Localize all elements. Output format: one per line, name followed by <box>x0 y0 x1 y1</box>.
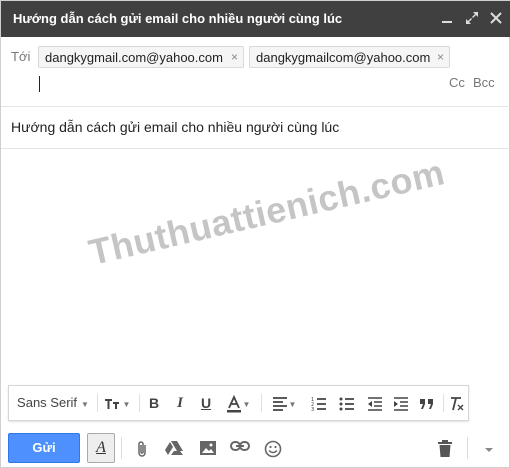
bcc-link[interactable]: Bcc <box>473 75 495 90</box>
italic-button[interactable]: I <box>169 386 191 420</box>
recipients-row[interactable]: Tới dangkygmail.com@yahoo.com × dangkygm… <box>1 37 510 107</box>
font-family-select[interactable]: Sans Serif ▼ <box>13 386 93 420</box>
text-caret <box>39 76 40 92</box>
formatting-options-toggle[interactable]: A <box>87 433 115 463</box>
remove-recipient-icon[interactable]: × <box>437 50 444 64</box>
bold-button[interactable]: B <box>143 386 165 420</box>
text-color-icon[interactable]: ▼ <box>221 386 255 420</box>
attach-icon[interactable] <box>128 433 156 463</box>
minimize-icon[interactable] <box>439 10 455 26</box>
align-icon[interactable]: ▼ <box>267 386 301 420</box>
subject-field[interactable]: Hướng dẫn cách gửi email cho nhiều người… <box>1 107 510 149</box>
window-title: Hướng dẫn cách gửi email cho nhiều người… <box>13 11 343 26</box>
formatting-toolbar: Sans Serif ▼ ▼ B I U ▼ ▼ 123 <box>8 385 469 421</box>
more-options-icon[interactable] <box>475 433 503 463</box>
link-icon[interactable] <box>226 433 254 463</box>
send-button[interactable]: Gửi <box>8 433 80 463</box>
quote-icon[interactable] <box>415 386 439 420</box>
recipient-chip[interactable]: dangkygmail.com@yahoo.com × <box>38 46 244 68</box>
emoji-icon[interactable] <box>259 433 287 463</box>
indent-more-icon[interactable] <box>389 386 413 420</box>
to-label: Tới <box>11 49 31 64</box>
recipient-email: dangkygmailcom@yahoo.com <box>256 50 431 65</box>
cc-link[interactable]: Cc <box>449 75 465 90</box>
drive-icon[interactable] <box>160 433 188 463</box>
popout-icon[interactable] <box>464 10 480 26</box>
bottom-bar: Gửi A <box>1 425 510 468</box>
numbered-list-icon[interactable]: 123 <box>307 386 331 420</box>
photo-icon[interactable] <box>194 433 222 463</box>
close-icon[interactable] <box>488 10 504 26</box>
compose-window: Hướng dẫn cách gửi email cho nhiều người… <box>0 0 510 468</box>
trash-icon[interactable] <box>431 433 459 463</box>
underline-button[interactable]: U <box>195 386 217 420</box>
recipient-email: dangkygmail.com@yahoo.com <box>45 50 223 65</box>
text-size-icon[interactable]: ▼ <box>101 386 133 420</box>
recipient-chip[interactable]: dangkygmailcom@yahoo.com × <box>249 46 450 68</box>
subject-value: Hướng dẫn cách gửi email cho nhiều người… <box>11 119 340 135</box>
title-bar[interactable]: Hướng dẫn cách gửi email cho nhiều người… <box>1 1 510 37</box>
bulleted-list-icon[interactable] <box>335 386 359 420</box>
remove-recipient-icon[interactable]: × <box>231 50 238 64</box>
svg-text:3: 3 <box>311 407 314 412</box>
indent-less-icon[interactable] <box>363 386 387 420</box>
font-family-value: Sans Serif <box>17 395 78 410</box>
clear-formatting-icon[interactable] <box>447 386 467 420</box>
